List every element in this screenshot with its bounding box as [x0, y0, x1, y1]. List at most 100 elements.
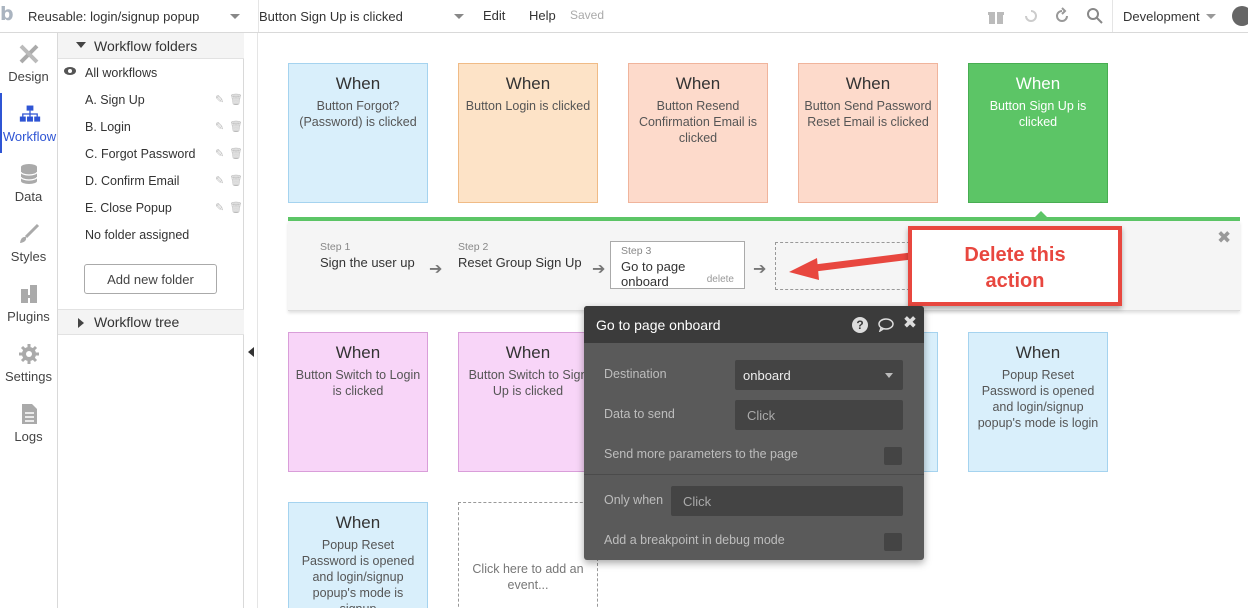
callout-line-2: action — [985, 270, 1045, 292]
folder-unassigned[interactable]: No folder assigned — [58, 221, 244, 248]
help-menu[interactable]: Help — [529, 8, 556, 23]
nav-design[interactable]: Design — [0, 33, 57, 93]
bubble-logo[interactable]: b — [0, 3, 14, 25]
workflow-folders-title: Workflow folders — [94, 37, 198, 54]
breakpoint-label: Add a breakpoint in debug mode — [604, 533, 785, 547]
event-card[interactable]: When Button Switch to Sign Up is clicked — [458, 332, 598, 472]
nav-styles[interactable]: Styles — [0, 213, 57, 273]
redo-icon[interactable] — [1052, 6, 1072, 26]
trash-icon[interactable]: 🗑 — [229, 120, 243, 133]
event-card-selected[interactable]: When Button Sign Up is clicked — [968, 63, 1108, 203]
event-card[interactable]: When Button Forgot? (Password) is clicke… — [288, 63, 428, 203]
arrow-right-icon: ➔ — [592, 261, 606, 278]
event-card[interactable]: When Button Switch to Login is clicked — [288, 332, 428, 472]
pencil-icon[interactable]: ✎ — [215, 174, 224, 187]
folder-item[interactable]: E. Close Popup ✎ 🗑 — [58, 194, 244, 221]
trash-icon[interactable]: 🗑 — [229, 93, 243, 106]
step-number: Step 2 — [458, 241, 489, 253]
page-select[interactable]: Reusable: login/signup popup — [28, 0, 246, 32]
folder-label: No folder assigned — [85, 227, 190, 242]
pencil-icon[interactable]: ✎ — [215, 93, 224, 106]
step-delete-link[interactable]: delete — [707, 274, 734, 285]
search-icon[interactable] — [1085, 6, 1105, 26]
folder-item[interactable]: D. Confirm Email ✎ 🗑 — [58, 167, 244, 194]
folder-label: D. Confirm Email — [85, 173, 180, 188]
close-icon[interactable]: ✖ — [902, 313, 918, 332]
card-desc: Button Forgot? (Password) is clicked — [299, 99, 417, 129]
event-card[interactable]: When Button Send Password Reset Email is… — [798, 63, 938, 203]
data-to-send-label: Data to send — [604, 407, 675, 421]
data-to-send-input[interactable]: Click — [735, 400, 903, 430]
add-event-text: Click here to add an event... — [472, 562, 584, 592]
nav-settings-label: Settings — [5, 369, 52, 384]
folder-all-workflows[interactable]: All workflows — [58, 59, 244, 86]
gift-icon[interactable] — [986, 6, 1006, 26]
step-2[interactable]: Step 2 Reset Group Sign Up — [458, 241, 582, 291]
nav-plugins[interactable]: Plugins — [0, 273, 57, 333]
only-when-label: Only when — [604, 493, 664, 507]
step-1[interactable]: Step 1 Sign the user up — [320, 241, 415, 291]
step-name: Reset Group Sign Up — [458, 255, 582, 270]
event-card[interactable]: When Popup Reset Password is opened and … — [968, 332, 1108, 472]
arrow-right-icon: ➔ — [753, 261, 767, 278]
add-new-folder-button[interactable]: Add new folder — [84, 264, 217, 294]
nav-settings[interactable]: Settings — [0, 333, 57, 393]
workflow-tree-header[interactable]: Workflow tree — [58, 309, 244, 335]
environment-select[interactable]: Development — [1112, 0, 1222, 32]
workflow-select[interactable]: Button Sign Up is clicked — [258, 0, 470, 32]
trash-icon[interactable]: 🗑 — [229, 174, 243, 187]
caret-down-icon — [76, 42, 86, 48]
only-when-input[interactable]: Click — [671, 486, 903, 516]
card-when: When — [335, 343, 381, 362]
trash-icon[interactable]: 🗑 — [229, 201, 243, 214]
nav-design-label: Design — [8, 69, 49, 84]
nav-workflow[interactable]: Workflow — [0, 93, 57, 153]
destination-select[interactable]: onboard — [735, 360, 903, 390]
nav-logs[interactable]: Logs — [0, 393, 57, 453]
step-number: Step 1 — [320, 241, 351, 253]
folder-item[interactable]: C. Forgot Password ✎ 🗑 — [58, 140, 244, 167]
edit-menu[interactable]: Edit — [483, 8, 505, 23]
more-params-checkbox[interactable] — [884, 447, 902, 465]
card-when: When — [845, 74, 891, 93]
card-when: When — [1015, 74, 1061, 93]
trash-icon[interactable]: 🗑 — [229, 147, 243, 160]
card-when: When — [335, 74, 381, 93]
add-event-placeholder[interactable]: Click here to add an event... — [458, 502, 598, 608]
callout-line-1: Delete this — [964, 244, 1066, 266]
folder-label: A. Sign Up — [85, 92, 145, 107]
folder-item[interactable]: B. Login ✎ 🗑 — [58, 113, 244, 140]
eye-icon[interactable] — [64, 67, 76, 75]
user-avatar[interactable] — [1232, 6, 1248, 26]
card-when: When — [335, 513, 381, 532]
card-desc: Button Switch to Sign Up is clicked — [468, 368, 588, 398]
delete-callout: Delete this action — [908, 226, 1122, 306]
folder-label: E. Close Popup — [85, 200, 172, 215]
close-icon[interactable]: ✖ — [1217, 228, 1231, 248]
popup-header: Go to page onboard — [584, 306, 924, 343]
event-card[interactable]: When Button Login is clicked — [458, 63, 598, 203]
card-desc: Button Send Password Reset Email is clic… — [804, 99, 932, 129]
breakpoint-checkbox[interactable] — [884, 533, 902, 551]
nav-data[interactable]: Data — [0, 153, 57, 213]
step-3-selected[interactable]: Step 3 Go to page onboard delete — [610, 241, 745, 289]
workflow-icon — [19, 103, 41, 125]
folder-item[interactable]: A. Sign Up ✎ 🗑 — [58, 86, 244, 113]
workflow-folders-header[interactable]: Workflow folders — [58, 33, 244, 59]
card-desc: Button Sign Up is clicked — [989, 99, 1087, 129]
pencil-icon[interactable]: ✎ — [215, 120, 224, 133]
pencil-icon[interactable]: ✎ — [215, 201, 224, 214]
comment-icon[interactable] — [878, 317, 894, 333]
help-icon[interactable]: ? — [852, 317, 868, 333]
event-card[interactable]: When Button Resend Confirmation Email is… — [628, 63, 768, 203]
collapse-panel-icon[interactable] — [248, 347, 254, 357]
popup-title: Go to page onboard — [596, 317, 721, 333]
environment-select-value: Development — [1123, 8, 1200, 24]
folder-label: C. Forgot Password — [85, 146, 196, 161]
destination-label: Destination — [604, 367, 667, 381]
design-icon — [18, 43, 40, 65]
event-card[interactable]: When Popup Reset Password is opened and … — [288, 502, 428, 608]
folder-panel: Workflow folders All workflows A. Sign U… — [58, 33, 244, 608]
undo-icon[interactable] — [1021, 6, 1041, 26]
pencil-icon[interactable]: ✎ — [215, 147, 224, 160]
